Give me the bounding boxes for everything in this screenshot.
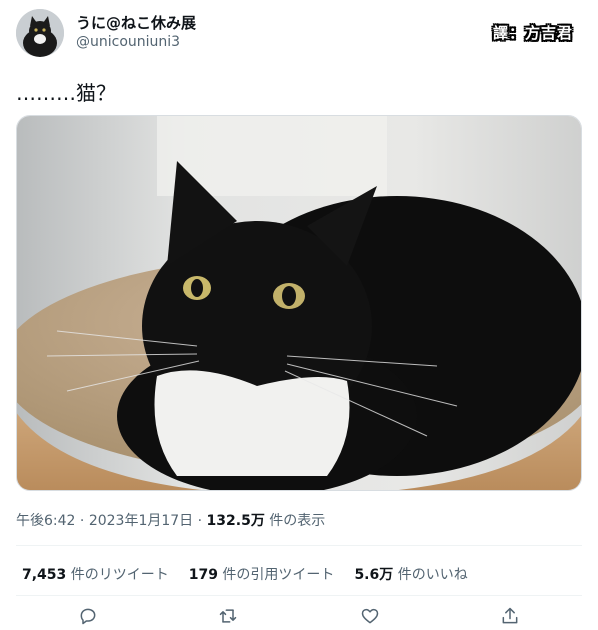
action-bar — [16, 602, 582, 630]
retweet-stat[interactable]: 7,453 件のリツイート — [22, 564, 169, 584]
author-name[interactable]: うに@ねこ休み展 — [76, 12, 196, 33]
like-icon — [361, 608, 379, 624]
retweet-count: 7,453 — [22, 567, 67, 583]
quote-label: 件の引用ツイート — [217, 567, 335, 583]
like-label: 件のいいね — [393, 567, 468, 583]
engagement-stats: 7,453 件のリツイート 179 件の引用ツイート 5.6万 件のいいね — [22, 564, 488, 584]
tweet-time[interactable]: 午後6:42 — [16, 513, 75, 529]
views-label: 件の表示 — [264, 513, 326, 529]
tweet-photo[interactable] — [16, 115, 582, 491]
retweet-button[interactable] — [212, 602, 244, 630]
translator-watermark: 譯：方吉君 — [492, 24, 573, 42]
like-button[interactable] — [354, 602, 386, 630]
tweet-meta: 午後6:42 · 2023年1月17日 · 132.5万 件の表示 — [16, 510, 325, 530]
tweet-text: ………猫？ — [16, 81, 116, 105]
reply-button[interactable] — [72, 602, 104, 630]
retweet-label: 件のリツイート — [66, 567, 169, 583]
divider — [16, 545, 582, 546]
meta-separator: · — [75, 513, 89, 529]
reply-icon — [80, 608, 96, 625]
views-count: 132.5万 — [206, 513, 265, 529]
cat-photo-image — [17, 116, 581, 490]
meta-separator: · — [193, 513, 207, 529]
like-count: 5.6万 — [354, 567, 394, 583]
divider — [16, 595, 582, 596]
like-stat[interactable]: 5.6万 件のいいね — [354, 564, 467, 584]
quote-stat[interactable]: 179 件の引用ツイート — [189, 564, 335, 584]
avatar[interactable] — [16, 9, 64, 57]
share-icon — [502, 607, 518, 624]
retweet-icon — [219, 609, 237, 623]
author-handle[interactable]: @unicouniuni3 — [76, 34, 180, 50]
share-button[interactable] — [494, 602, 526, 630]
avatar-image — [16, 9, 64, 57]
quote-count: 179 — [188, 567, 218, 583]
tweet-date[interactable]: 2023年1月17日 — [89, 513, 193, 529]
